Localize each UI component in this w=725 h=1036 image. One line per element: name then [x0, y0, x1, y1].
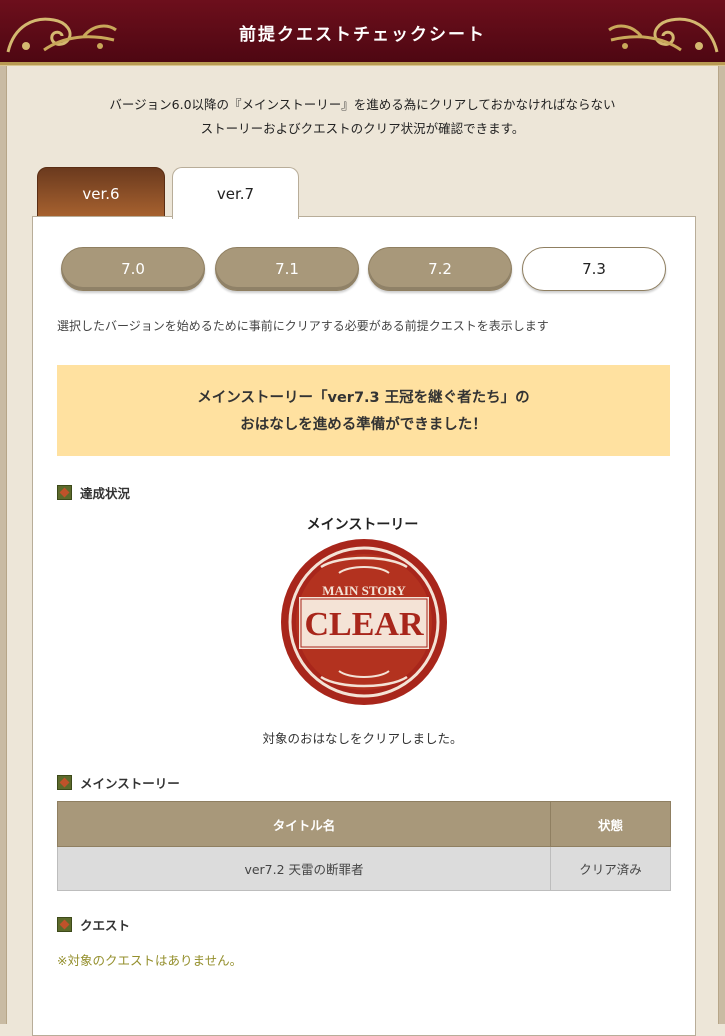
- stamp-top-text: MAIN STORY: [322, 583, 406, 598]
- section-heading-progress: 達成状況: [57, 483, 130, 502]
- no-quest-note: ※対象のクエストはありません。: [57, 953, 243, 968]
- section-bullet-icon: [57, 917, 72, 932]
- version-button-7-2[interactable]: 7.2: [368, 247, 512, 291]
- progress-main-story-label: メインストーリー: [306, 517, 419, 533]
- ready-notice: メインストーリー「ver7.3 王冠を継ぐ者たち」の おはなしを進める準備ができ…: [57, 365, 670, 456]
- version-button-7-3[interactable]: 7.3: [522, 247, 666, 291]
- section-heading-label: メインストーリー: [80, 776, 180, 791]
- main-story-table: タイトル名 状態 ver7.2 天雷の断罪者 クリア済み: [57, 801, 671, 891]
- column-header-status: 状態: [550, 801, 671, 847]
- section-heading-label: 達成状況: [80, 486, 131, 501]
- table-row: ver7.2 天雷の断罪者 クリア済み: [57, 846, 671, 891]
- page-header: 前提クエストチェックシート: [0, 0, 725, 65]
- section-heading-label: クエスト: [80, 918, 131, 933]
- version-button-7-1[interactable]: 7.1: [215, 247, 359, 291]
- cell-title: ver7.2 天雷の断罪者: [57, 846, 551, 891]
- frame-left: [0, 0, 7, 1024]
- section-heading-quest: クエスト: [57, 915, 130, 934]
- stamp-main-text: CLEAR: [304, 606, 423, 643]
- notice-line-1: メインストーリー「ver7.3 王冠を継ぐ者たち」の: [197, 390, 530, 406]
- section-bullet-icon: [57, 775, 72, 790]
- notice-line-2: おはなしを進める準備ができました！: [240, 417, 487, 433]
- clear-message: 対象のおはなしをクリアしました。: [262, 731, 463, 746]
- section-bullet-icon: [57, 485, 72, 500]
- cell-status: クリア済み: [550, 846, 671, 891]
- section-heading-main-story: メインストーリー: [57, 773, 180, 792]
- frame-right: [718, 0, 725, 1024]
- intro-text: バージョン6.0以降の『メインストーリー』を進める為にクリアしておかなければなら…: [0, 93, 725, 141]
- intro-line-2: ストーリーおよびクエストのクリア状況が確認できます。: [200, 121, 525, 136]
- version-description: 選択したバージョンを始めるために事前にクリアする必要がある前提クエストを表示しま…: [57, 319, 549, 333]
- tab-ver7[interactable]: ver.7: [172, 167, 299, 219]
- column-header-title: タイトル名: [57, 801, 551, 847]
- version-button-7-0[interactable]: 7.0: [61, 247, 205, 291]
- clear-stamp-icon: MAIN STORY CLEAR: [281, 539, 447, 705]
- tab-ver6[interactable]: ver.6: [37, 167, 165, 217]
- intro-line-1: バージョン6.0以降の『メインストーリー』を進める為にクリアしておかなければなら…: [109, 97, 616, 112]
- ornament-right-icon: [608, 17, 719, 53]
- table-header-row: タイトル名 状態: [57, 801, 671, 847]
